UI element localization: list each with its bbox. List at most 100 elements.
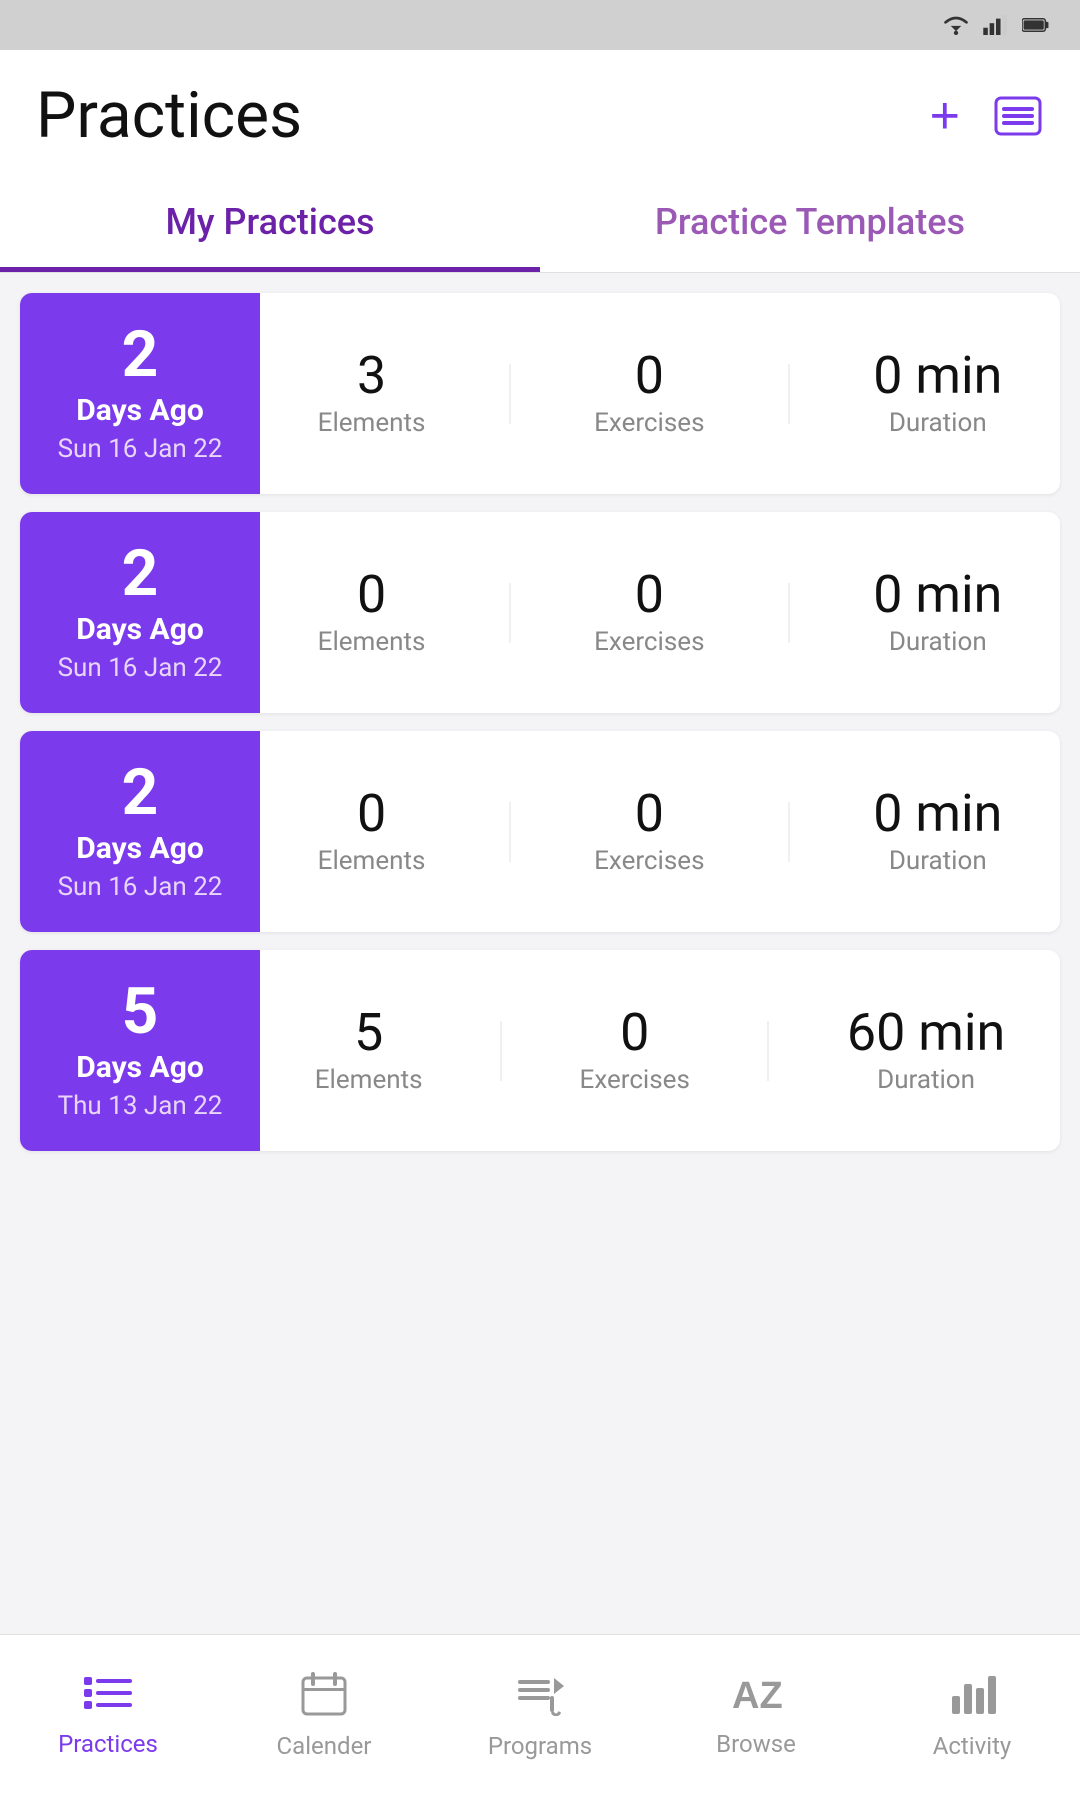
- duration-value: 0 min: [873, 788, 1002, 840]
- elements-label: Elements: [318, 408, 426, 438]
- list-view-button[interactable]: [992, 94, 1044, 138]
- stat-divider: [788, 583, 790, 643]
- duration-stat: 0 min Duration: [873, 788, 1002, 876]
- exercises-label: Exercises: [594, 408, 704, 438]
- signal-icon: [982, 15, 1010, 35]
- stat-divider: [767, 1021, 769, 1081]
- bottom-nav: Practices Calender Programs: [0, 1634, 1080, 1794]
- duration-value: 60 min: [847, 1007, 1005, 1059]
- nav-item-activity[interactable]: Activity: [864, 1635, 1080, 1794]
- list-icon: [992, 94, 1044, 138]
- tabs: My Practices Practice Templates: [0, 173, 1080, 273]
- nav-item-calendar[interactable]: Calender: [216, 1635, 432, 1794]
- days-label: Days Ago: [76, 831, 204, 866]
- duration-label: Duration: [889, 627, 987, 657]
- practice-card[interactable]: 2 Days Ago Sun 16 Jan 22 0 Elements 0 Ex…: [20, 731, 1060, 932]
- elements-label: Elements: [318, 846, 426, 876]
- page-title: Practices: [36, 78, 302, 153]
- duration-stat: 0 min Duration: [873, 350, 1002, 438]
- status-bar: [0, 0, 1080, 50]
- exercises-stat: 0 Exercises: [594, 788, 704, 876]
- status-icons: [942, 15, 1050, 35]
- tab-my-practices[interactable]: My Practices: [0, 173, 540, 272]
- days-label: Days Ago: [76, 1050, 204, 1085]
- exercises-label: Exercises: [594, 627, 704, 657]
- nav-label-practices: Practices: [58, 1730, 158, 1758]
- nav-item-practices[interactable]: Practices: [0, 1635, 216, 1794]
- days-number: 5: [122, 980, 159, 1044]
- elements-stat: 0 Elements: [318, 788, 426, 876]
- programs-icon: [516, 1670, 564, 1724]
- duration-value: 0 min: [873, 350, 1002, 402]
- calendar-icon: [301, 1670, 347, 1724]
- practice-card[interactable]: 2 Days Ago Sun 16 Jan 22 3 Elements 0 Ex…: [20, 293, 1060, 494]
- exercises-stat: 0 Exercises: [594, 569, 704, 657]
- nav-label-calendar: Calender: [277, 1732, 372, 1760]
- spacer: [0, 1393, 1080, 1635]
- elements-value: 5: [354, 1007, 383, 1059]
- exercises-stat: 0 Exercises: [594, 350, 704, 438]
- card-date: Sun 16 Jan 22: [58, 653, 223, 683]
- card-date-section: 2 Days Ago Sun 16 Jan 22: [20, 512, 260, 713]
- add-button[interactable]: +: [930, 90, 960, 142]
- card-date: Sun 16 Jan 22: [58, 434, 223, 464]
- elements-value: 3: [357, 350, 386, 402]
- nav-label-browse: Browse: [716, 1730, 796, 1758]
- header: Practices +: [0, 50, 1080, 173]
- exercises-label: Exercises: [594, 846, 704, 876]
- exercises-value: 0: [635, 350, 664, 402]
- header-actions: +: [930, 90, 1044, 142]
- content: 2 Days Ago Sun 16 Jan 22 3 Elements 0 Ex…: [0, 273, 1080, 1393]
- days-number: 2: [122, 542, 159, 606]
- stat-divider: [509, 364, 511, 424]
- duration-stat: 0 min Duration: [873, 569, 1002, 657]
- elements-value: 0: [357, 788, 386, 840]
- exercises-stat: 0 Exercises: [580, 1007, 690, 1095]
- stat-divider: [788, 364, 790, 424]
- days-number: 2: [122, 761, 159, 825]
- card-date-section: 2 Days Ago Sun 16 Jan 22: [20, 731, 260, 932]
- card-stats: 0 Elements 0 Exercises 0 min Duration: [260, 512, 1060, 713]
- elements-label: Elements: [315, 1065, 423, 1095]
- stat-divider: [509, 583, 511, 643]
- duration-label: Duration: [889, 408, 987, 438]
- days-label: Days Ago: [76, 612, 204, 647]
- duration-value: 0 min: [873, 569, 1002, 621]
- stat-divider: [788, 802, 790, 862]
- wifi-icon: [942, 15, 970, 35]
- elements-label: Elements: [318, 627, 426, 657]
- duration-stat: 60 min Duration: [847, 1007, 1005, 1095]
- nav-label-activity: Activity: [933, 1732, 1012, 1760]
- duration-label: Duration: [877, 1065, 975, 1095]
- elements-value: 0: [357, 569, 386, 621]
- stat-divider: [509, 802, 511, 862]
- elements-stat: 3 Elements: [318, 350, 426, 438]
- elements-stat: 5 Elements: [315, 1007, 423, 1095]
- practice-card[interactable]: 2 Days Ago Sun 16 Jan 22 0 Elements 0 Ex…: [20, 512, 1060, 713]
- days-number: 2: [122, 323, 159, 387]
- exercises-value: 0: [635, 788, 664, 840]
- nav-item-browse[interactable]: AZ Browse: [648, 1635, 864, 1794]
- exercises-value: 0: [635, 569, 664, 621]
- days-label: Days Ago: [76, 393, 204, 428]
- nav-label-programs: Programs: [488, 1732, 592, 1760]
- tab-practice-templates[interactable]: Practice Templates: [540, 173, 1080, 272]
- card-stats: 0 Elements 0 Exercises 0 min Duration: [260, 731, 1060, 932]
- activity-icon: [948, 1670, 996, 1724]
- card-date: Sun 16 Jan 22: [58, 872, 223, 902]
- battery-icon: [1022, 15, 1050, 35]
- exercises-label: Exercises: [580, 1065, 690, 1095]
- browse-icon: AZ: [730, 1672, 782, 1722]
- elements-stat: 0 Elements: [318, 569, 426, 657]
- card-date-section: 2 Days Ago Sun 16 Jan 22: [20, 293, 260, 494]
- exercises-value: 0: [620, 1007, 649, 1059]
- svg-text:AZ: AZ: [732, 1675, 782, 1714]
- card-date: Thu 13 Jan 22: [58, 1091, 223, 1121]
- practice-card[interactable]: 5 Days Ago Thu 13 Jan 22 5 Elements 0 Ex…: [20, 950, 1060, 1151]
- card-date-section: 5 Days Ago Thu 13 Jan 22: [20, 950, 260, 1151]
- duration-label: Duration: [889, 846, 987, 876]
- nav-item-programs[interactable]: Programs: [432, 1635, 648, 1794]
- card-stats: 3 Elements 0 Exercises 0 min Duration: [260, 293, 1060, 494]
- card-stats: 5 Elements 0 Exercises 60 min Duration: [260, 950, 1060, 1151]
- stat-divider: [500, 1021, 502, 1081]
